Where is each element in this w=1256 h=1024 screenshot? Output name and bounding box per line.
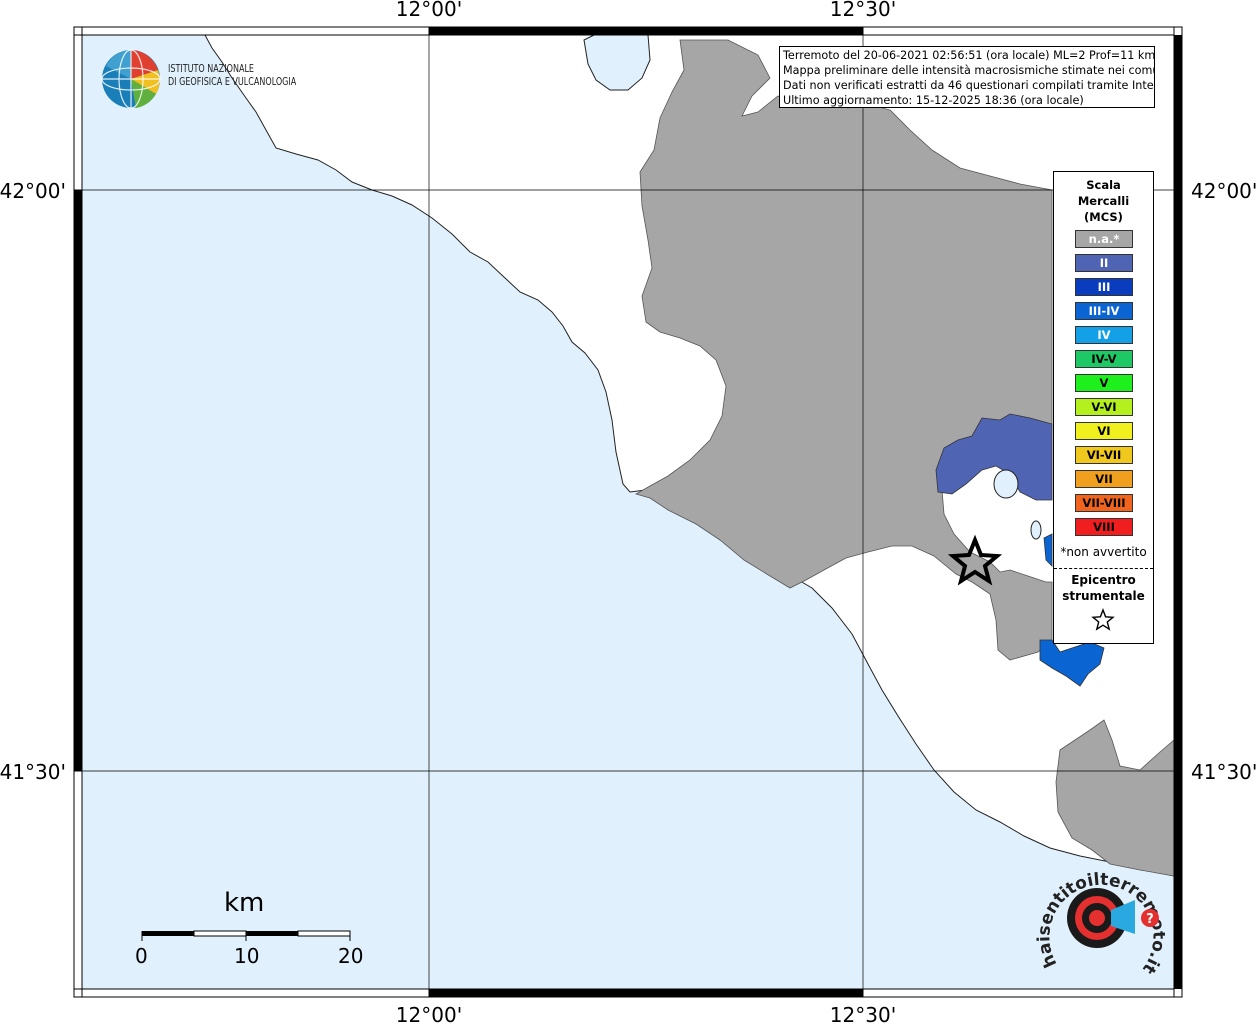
event-info-line3: Dati non verificati estratti da 46 quest… [783,79,1155,92]
top-lon-label-1: 12°00' [396,0,462,21]
bottom-lon-label-2: 12°30' [830,1003,896,1024]
legend-item: VI-VII [1075,446,1133,464]
ingv-name-line1: ISTITUTO NAZIONALE [168,63,255,75]
legend-item: VII [1075,470,1133,488]
ingv-globe-icon [101,49,161,109]
haisentito-logo: haisentitoilterremoto.it www. ? [1035,856,1165,978]
legend-epicenter-label: Epicentro strumentale [1054,572,1153,604]
legend-item: VII-VIII [1075,494,1133,512]
legend-item: IV-V [1075,350,1133,368]
legend-epicenter-line1: Epicentro [1071,573,1136,587]
event-info-box: Terremoto del 20-06-2021 02:56:51 (ora l… [779,46,1155,108]
event-info-line4: Ultimo aggiornamento: 15-12-2025 18:36 (… [783,94,1084,107]
ingv-name-line2: DI GEOFISICA E VULCANOLOGIA [168,76,297,88]
legend-title-line1: Scala [1086,178,1121,192]
legend-title-line2: Mercalli [1077,194,1130,208]
svg-text:?: ? [1146,912,1154,927]
scale-tick-10: 10 [234,944,260,968]
legend-title: Scala Mercalli (MCS) [1054,177,1153,225]
legend-item: IV [1075,326,1133,344]
legend-title-line3: (MCS) [1084,210,1123,224]
event-info-line2: Mappa preliminare delle intensità macros… [783,64,1155,77]
legend-epicenter-line2: strumentale [1062,589,1145,603]
legend-item: III [1075,278,1133,296]
scale-unit-label: km [224,888,265,918]
legend-item: VIII [1075,518,1133,536]
scale-tick-20: 20 [338,944,364,968]
lake-nemi [1030,520,1042,540]
event-info-line1: Terremoto del 20-06-2021 02:56:51 (ora l… [783,49,1155,62]
legend-item: V-VI [1075,398,1133,416]
legend-item: II [1075,254,1133,272]
legend-item: VI [1075,422,1133,440]
top-lon-label-2: 12°30' [830,0,896,21]
legend-note: *non avvertito [1060,545,1147,559]
legend-item: n.a.* [1075,230,1133,248]
right-lat-label-1: 42°00' [1191,179,1256,203]
legend-item: III-IV [1075,302,1133,320]
ingv-name: ISTITUTO NAZIONALE DI GEOFISICA E VULCAN… [168,63,296,89]
right-lat-label-2: 41°30' [1191,760,1256,784]
legend-item: V [1075,374,1133,392]
scale-tick-0: 0 [135,944,148,968]
bottom-lon-label-1: 12°00' [396,1003,462,1024]
legend-separator [1054,568,1153,569]
lake-albano [993,469,1019,499]
intensity-legend: Scala Mercalli (MCS) n.a.* II III III-IV IV I… [1053,171,1154,644]
legend-star-icon [1091,608,1115,631]
left-lat-label-2: 41°30' [0,760,66,784]
left-lat-label-1: 42°00' [0,179,66,203]
